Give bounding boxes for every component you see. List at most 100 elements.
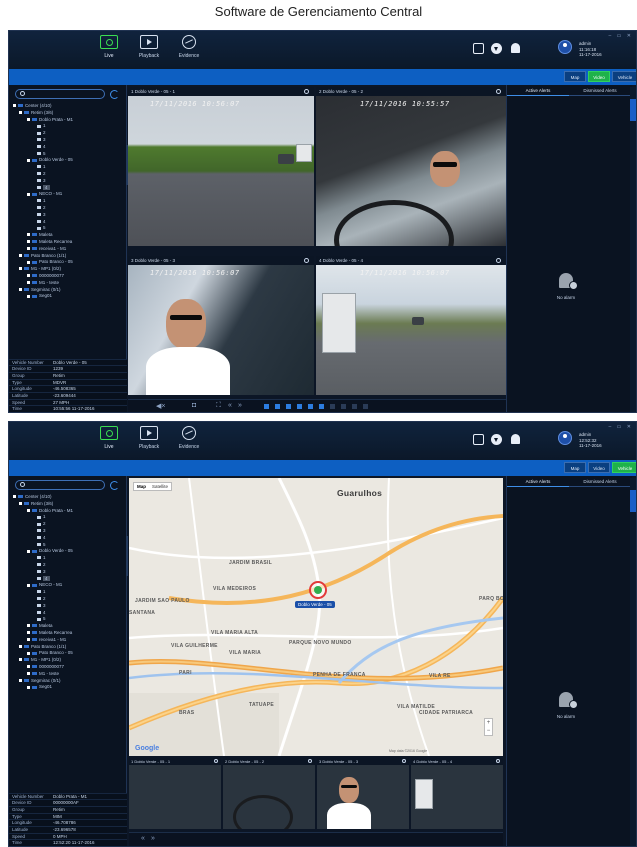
collapse-tab[interactable] [630, 99, 636, 121]
toggle-map[interactable]: Map [564, 71, 586, 82]
tree-item[interactable]: 1 [11, 589, 123, 596]
zoom-icon[interactable] [496, 759, 500, 763]
zoom-icon[interactable] [304, 258, 309, 263]
tree-item[interactable]: 3 [11, 178, 123, 185]
prev-page-icon[interactable]: « [141, 835, 145, 842]
tree-item[interactable]: 4 [11, 575, 123, 583]
expand-toggle-icon[interactable] [27, 192, 30, 196]
vehicle-location-pin-icon[interactable] [309, 581, 327, 599]
tree-item[interactable]: 4 [11, 144, 123, 151]
tree-item[interactable]: M1 - MP1 (0/2) [11, 266, 123, 273]
tree-item[interactable]: Retim (3/6) [11, 501, 123, 508]
tree-item[interactable]: 3 [11, 528, 123, 535]
nav-playback[interactable]: Playback [127, 426, 171, 458]
tree-item[interactable]: 1 [11, 164, 123, 171]
tree-item[interactable]: Doblo Verde - 05 [11, 548, 123, 555]
message-icon[interactable] [473, 434, 484, 445]
snapshot-icon[interactable]: ◘ [192, 402, 196, 409]
tree-scrollbar[interactable] [126, 536, 128, 576]
tree-item[interactable]: 4 [11, 184, 123, 192]
camera-4-view[interactable]: 17/11/2016 10:56:07 [316, 265, 506, 395]
right-collapse-bar[interactable] [630, 87, 636, 412]
map-view[interactable]: Map Satellite Guarulhos JARDIM BRASIL VILA … [129, 478, 503, 756]
expand-toggle-icon[interactable] [27, 665, 30, 669]
tree-item[interactable]: Maleta Recarrea [11, 630, 123, 637]
download-icon[interactable] [491, 43, 502, 54]
layout-8-icon[interactable] [297, 404, 302, 409]
tree-item[interactable]: Maleta [11, 232, 123, 239]
mini-camera-3-view[interactable] [317, 765, 409, 829]
tree-item[interactable]: Segmirac (0/1) [11, 287, 123, 294]
expand-toggle-icon[interactable] [19, 253, 22, 257]
map-tab-satellite[interactable]: Satellite [149, 483, 171, 491]
tree-item[interactable]: NECO - M1 [11, 191, 123, 198]
tree-item[interactable]: Center (4/10) [11, 103, 123, 110]
search-input[interactable] [15, 480, 105, 490]
expand-toggle-icon[interactable] [27, 624, 30, 628]
layout-13-icon[interactable] [330, 404, 335, 409]
nav-evidence[interactable]: Evidence [167, 426, 211, 458]
zoom-icon[interactable] [214, 759, 218, 763]
tree-item[interactable]: 2 [11, 521, 123, 528]
tab-active-alerts[interactable]: Active Alerts [507, 477, 569, 487]
tree-item[interactable]: 0000000077 [11, 664, 123, 671]
expand-toggle-icon[interactable] [19, 658, 22, 662]
expand-toggle-icon[interactable] [27, 508, 30, 512]
tree-item[interactable]: 4 [11, 219, 123, 226]
expand-toggle-icon[interactable] [27, 117, 30, 121]
expand-toggle-icon[interactable] [27, 281, 30, 285]
expand-toggle-icon[interactable] [27, 549, 30, 553]
window-controls[interactable]: – ▭ ✕ [609, 424, 633, 430]
expand-toggle-icon[interactable] [19, 267, 22, 271]
layout-16-icon[interactable] [341, 404, 346, 409]
tree-item[interactable]: 3 [11, 137, 123, 144]
zoom-icon[interactable] [496, 89, 501, 94]
tree-item[interactable]: Segmirac (0/1) [11, 678, 123, 685]
expand-toggle-icon[interactable] [27, 672, 30, 676]
avatar[interactable] [558, 431, 572, 445]
tree-item[interactable]: Center (4/10) [11, 494, 123, 501]
tree-item[interactable]: Doblo Verde - 05 [11, 157, 123, 164]
layout-25-icon[interactable] [352, 404, 357, 409]
tree-item[interactable]: Pato Branco (1/1) [11, 644, 123, 651]
tree-item[interactable]: Maleta [11, 623, 123, 630]
tree-item[interactable]: 5 [11, 151, 123, 158]
message-icon[interactable] [473, 43, 484, 54]
tree-item[interactable]: 2 [11, 562, 123, 569]
tree-item[interactable]: M1 - MP1 (0/2) [11, 657, 123, 664]
tree-item[interactable]: Doblo Prata - M1 [11, 508, 123, 515]
avatar[interactable] [558, 40, 572, 54]
tree-item[interactable]: M1 - teste [11, 671, 123, 678]
collapse-tab[interactable] [630, 490, 636, 512]
layout-6-icon[interactable] [286, 404, 291, 409]
expand-toggle-icon[interactable] [13, 495, 16, 499]
tree-item[interactable]: 2 [11, 205, 123, 212]
tree-item[interactable]: 5 [11, 616, 123, 623]
tree-item[interactable]: Retim (3/6) [11, 110, 123, 117]
tab-dismissed-alerts[interactable]: Dismissed Alerts [569, 86, 631, 96]
map-zoom-control[interactable]: + − [484, 718, 493, 736]
toggle-video[interactable]: Video [588, 462, 610, 473]
tree-item[interactable]: receiva1 - M1 [11, 246, 123, 253]
expand-toggle-icon[interactable] [19, 644, 22, 648]
tree-item[interactable]: Maleta Recarrea [11, 239, 123, 246]
tab-active-alerts[interactable]: Active Alerts [507, 86, 569, 96]
tree-item[interactable]: M1 - teste [11, 280, 123, 287]
tree-item[interactable]: Pato Branco - 05 [11, 650, 123, 657]
zoom-icon[interactable] [304, 89, 309, 94]
next-page-icon[interactable]: » [238, 402, 242, 409]
expand-toggle-icon[interactable] [27, 685, 30, 689]
nav-live[interactable]: Live [87, 426, 131, 458]
expand-toggle-icon[interactable] [27, 651, 30, 655]
camera-1-view[interactable]: 17/11/2016 10:56:07 [128, 96, 314, 246]
layout-10-icon[interactable] [319, 404, 324, 409]
expand-toggle-icon[interactable] [27, 294, 30, 298]
bell-icon[interactable] [511, 434, 520, 444]
tree-item[interactable]: 2 [11, 171, 123, 178]
tree-item[interactable]: receiva1 - M1 [11, 637, 123, 644]
layout-9-icon[interactable] [308, 404, 313, 409]
zoom-icon[interactable] [496, 258, 501, 263]
bell-icon[interactable] [511, 43, 520, 53]
expand-toggle-icon[interactable] [19, 111, 22, 115]
toggle-vehicle[interactable]: Vehicle [612, 71, 636, 82]
